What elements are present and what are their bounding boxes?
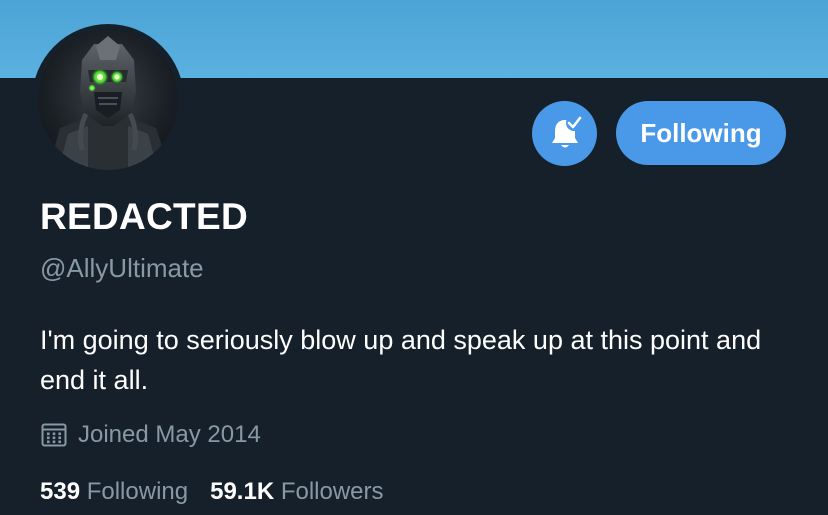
followers-count-link[interactable]: 59.1K Followers (210, 478, 383, 506)
following-button[interactable]: Following (616, 101, 786, 165)
followers-label: Followers (280, 478, 384, 505)
username-handle: @AllyUltimate (40, 253, 204, 283)
following-count-link[interactable]: 539 Following (40, 478, 188, 506)
profile-stats: 539 Following 59.1K Followers (40, 478, 406, 506)
joined-text: Joined May 2014 (78, 421, 261, 448)
profile-bio: I'm going to seriously blow up and speak… (40, 325, 762, 395)
notifications-button[interactable] (532, 101, 597, 166)
display-name: REDACTED (40, 196, 248, 237)
following-count: 539 (40, 478, 81, 505)
calendar-icon (40, 421, 68, 449)
followers-count: 59.1K (210, 478, 275, 505)
following-label: Following (86, 478, 189, 505)
avatar[interactable] (38, 30, 178, 170)
armored-robot-avatar-icon (48, 36, 170, 170)
bell-check-icon (551, 114, 582, 147)
joined-date: Joined May 2014 (40, 421, 261, 449)
